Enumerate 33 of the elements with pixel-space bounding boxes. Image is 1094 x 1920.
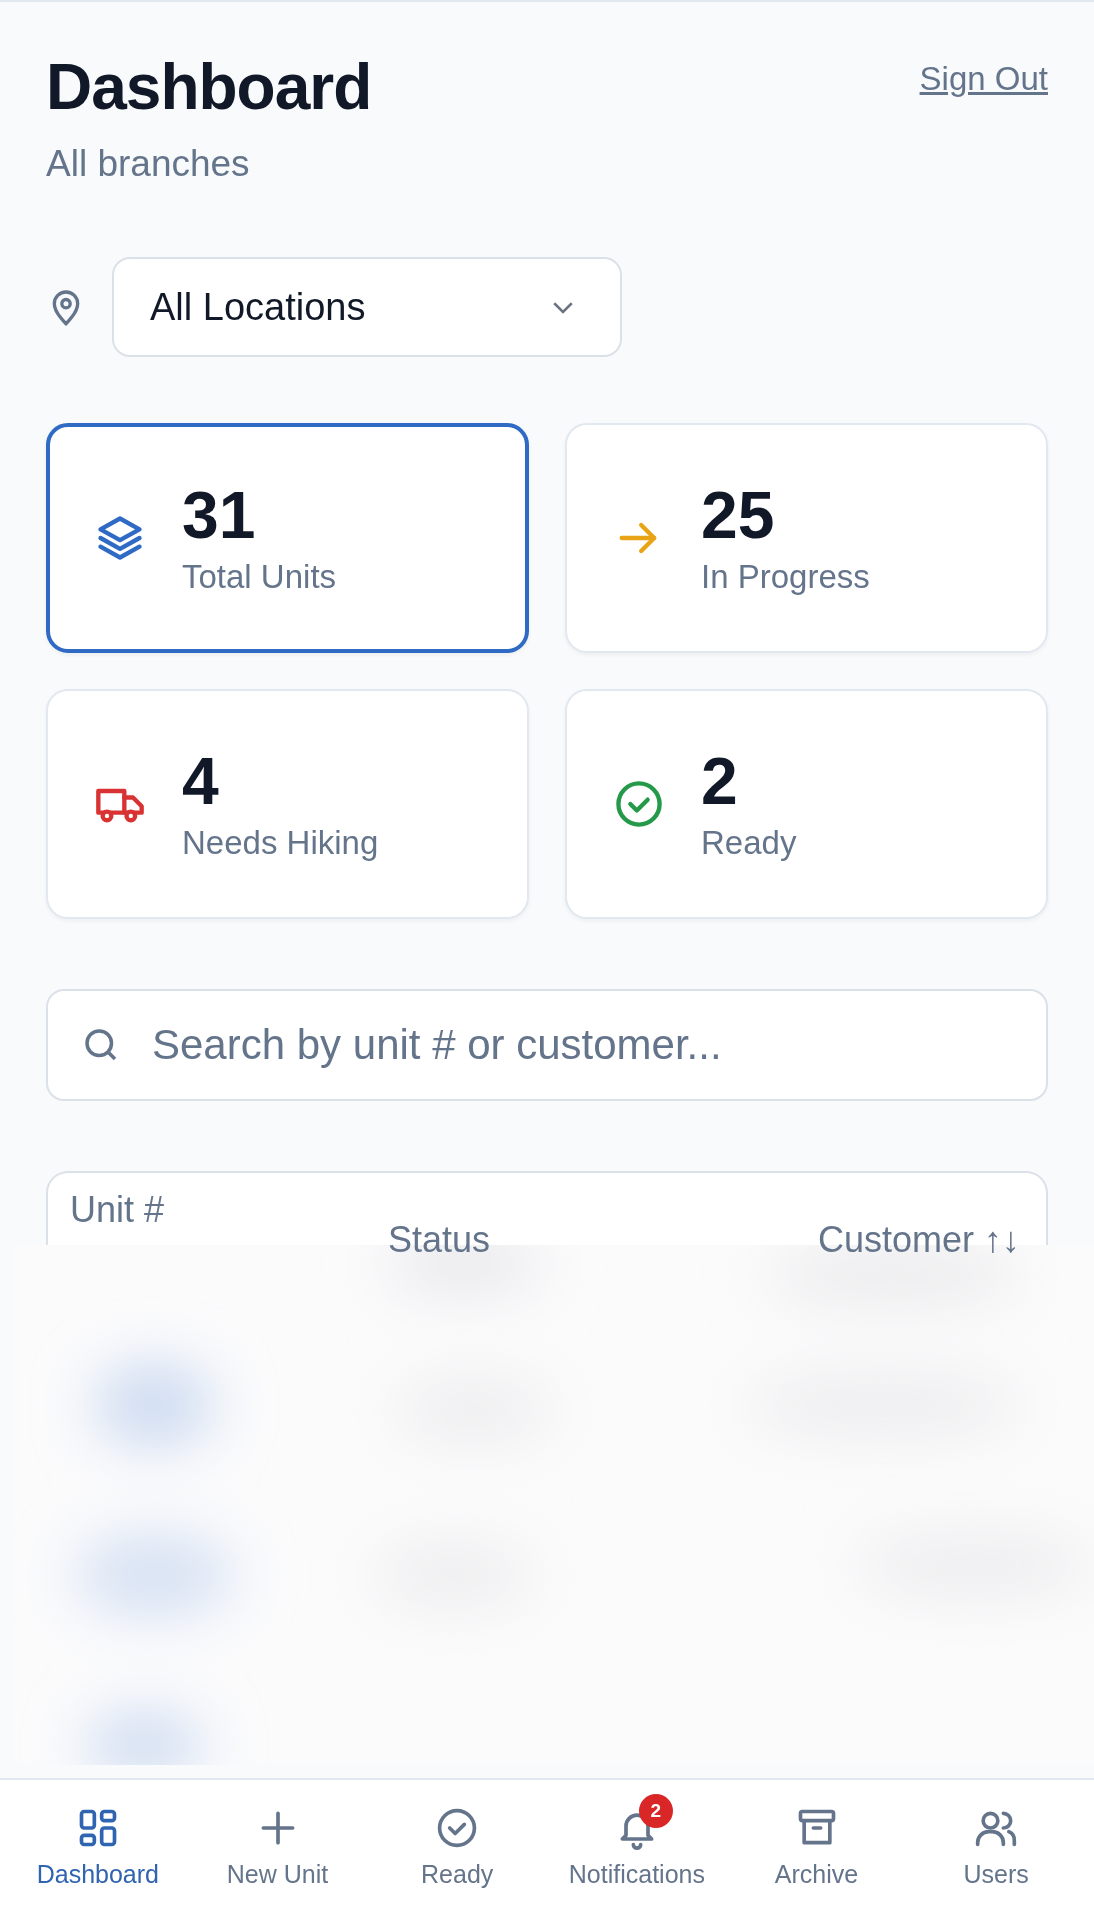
- notification-badge: 2: [638, 1794, 673, 1828]
- location-dropdown[interactable]: All Locations: [112, 257, 622, 358]
- stat-label: Ready: [701, 823, 797, 862]
- stat-label: In Progress: [701, 557, 870, 596]
- nav-tab[interactable]: 2 Notifications: [547, 1780, 727, 1920]
- stat-label: Needs Hiking: [182, 823, 379, 862]
- nav-label: Notifications: [568, 1860, 705, 1889]
- stat-value: 2: [701, 746, 739, 816]
- stat-value: 4: [182, 746, 220, 816]
- stat-card[interactable]: 4 Needs Hiking: [46, 689, 529, 920]
- stat-label: Total Units: [182, 557, 337, 596]
- stat-card[interactable]: 25 In Progress: [565, 423, 1048, 654]
- search-field[interactable]: Search by unit # or customer...: [46, 989, 1048, 1102]
- stat-value: 31: [182, 480, 257, 550]
- page-subtitle: All branches: [46, 143, 251, 186]
- nav-tab[interactable]: Archive: [726, 1780, 907, 1920]
- nav-label: Dashboard: [36, 1860, 159, 1889]
- nav-tab[interactable]: New Unit: [187, 1780, 368, 1920]
- nav-label: Ready: [421, 1860, 494, 1889]
- sign-out-link[interactable]: Sign Out: [919, 60, 1048, 98]
- nav-tab[interactable]: Users: [906, 1780, 1087, 1920]
- column-header[interactable]: Customer ↑↓: [817, 1219, 1020, 1262]
- nav-tab[interactable]: Dashboard: [8, 1780, 188, 1920]
- column-header[interactable]: Status: [388, 1219, 491, 1262]
- stat-value: 25: [701, 480, 776, 550]
- stat-card[interactable]: 2 Ready: [565, 689, 1048, 920]
- nav-label: Archive: [774, 1860, 859, 1889]
- nav-tab[interactable]: Ready: [367, 1780, 547, 1920]
- stat-card[interactable]: 31 Total Units: [46, 423, 529, 654]
- column-header[interactable]: Unit #: [70, 1189, 165, 1232]
- nav-label: New Unit: [226, 1860, 329, 1889]
- page-title: Dashboard: [46, 54, 372, 122]
- nav-label: Users: [963, 1860, 1029, 1889]
